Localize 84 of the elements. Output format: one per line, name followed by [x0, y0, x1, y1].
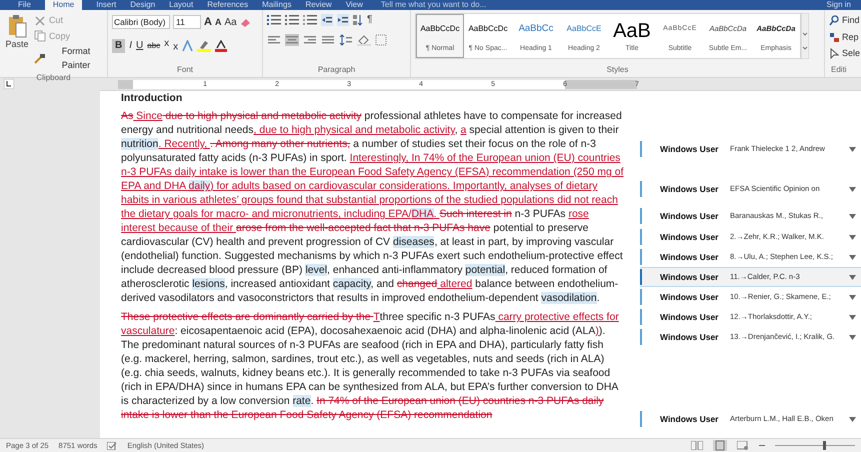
search-icon[interactable] [829, 15, 840, 26]
ribbon-tab[interactable]: Design [130, 0, 156, 10]
comment-author: Windows User [660, 210, 720, 222]
dropdown-icon[interactable] [849, 334, 856, 340]
editing-button[interactable]: Find [829, 14, 861, 28]
editing-button[interactable]: Sele [829, 47, 861, 60]
web-layout-icon[interactable] [737, 441, 749, 450]
format-button[interactable]: I [129, 38, 132, 52]
dropdown-icon[interactable] [849, 294, 856, 300]
dropdown-icon[interactable] [849, 416, 856, 422]
dropdown-icon[interactable] [849, 254, 856, 260]
proofing-icon[interactable] [107, 442, 118, 450]
line-spacing-icon[interactable] [339, 34, 353, 46]
comment-author: Windows User [660, 230, 720, 244]
comment-author: Windows User [660, 330, 720, 344]
multilevel-list-icon[interactable] [303, 14, 317, 26]
shrink-font-button[interactable]: A [214, 16, 222, 29]
font-size-field[interactable]: 11 [173, 15, 201, 30]
replace-icon[interactable] [829, 32, 840, 43]
bullets-icon[interactable] [267, 14, 281, 26]
comment-author: Windows User [660, 182, 720, 196]
align-right-icon[interactable] [303, 34, 317, 46]
eraser-icon[interactable] [240, 16, 251, 28]
format-button[interactable]: B [112, 38, 126, 52]
dropdown-icon[interactable] [849, 274, 856, 280]
font-color-icon[interactable] [215, 40, 228, 52]
editing-button[interactable]: Rep [829, 30, 861, 44]
dropdown-icon[interactable] [849, 146, 856, 152]
ribbon-tab[interactable]: Mailings [262, 0, 292, 10]
clipboard-icon[interactable] [6, 14, 27, 38]
comment-author: Windows User [660, 270, 720, 284]
sort-icon[interactable] [353, 14, 363, 26]
grow-font-button[interactable]: A [204, 14, 212, 30]
justify-icon[interactable] [321, 34, 335, 46]
format-button[interactable]: U [136, 38, 144, 52]
highlighter-icon[interactable] [197, 40, 212, 52]
pointer-icon[interactable] [829, 48, 840, 60]
comment-author: Windows User [660, 250, 720, 264]
tab-stop-icon[interactable] [4, 79, 14, 89]
dropdown-icon[interactable] [849, 314, 856, 320]
group-label: Font [176, 64, 193, 76]
dropdown-icon[interactable] [849, 234, 856, 240]
read-mode-icon[interactable] [691, 441, 703, 450]
format-button[interactable]: x [164, 36, 170, 54]
dropdown-icon[interactable] [849, 186, 856, 192]
group-label: Paragraph [318, 64, 356, 76]
increase-indent-icon[interactable] [337, 14, 349, 26]
borders-icon[interactable] [375, 34, 387, 46]
sign-in-link[interactable]: Sign in [826, 0, 851, 10]
change-case-button[interactable]: Aa [224, 14, 237, 30]
dropdown-icon[interactable] [849, 214, 856, 218]
slider-thumb[interactable] [823, 441, 826, 450]
comment-author: Windows User [660, 412, 720, 426]
paste-button[interactable]: Paste [4, 14, 30, 72]
decrease-indent-icon[interactable] [321, 14, 333, 26]
group-label: Editi [831, 64, 847, 76]
comment-author: Windows User [660, 142, 720, 156]
ribbon-tab[interactable]: References [207, 0, 248, 10]
format-button[interactable]: x [173, 36, 178, 54]
group-label: Styles [606, 64, 628, 76]
brush-icon[interactable] [34, 52, 46, 64]
ribbon-tab[interactable]: Layout [169, 0, 194, 10]
body-paragraph: These protective effects are dominantly carried by the Tthree specific n-3 PUFAs carry protective effects for vasculature: eicosapentaenoic acid (EPA), docosahexaenoic acid (DHA) and alpha-linolenic acid (ALA)). The predominant natural sources of n-3 PUFAs are seafood (rich in EPA and DHA), particularly fatty fish (e.g. mackerel, herring, salmon, sardines, trout etc.), as well as vegetables, nuts and seeds (rich in ALA) (e.g. chia seeds, walnuts, kidney beans etc.). It is generally recommended to take n-3 PUFAs via seafood (rich in EPA/DHA) since in humans EPA can be synthesized from ALA, but EPA’s further conversion to DHA is characterized by a low conversion rate. In 74% of the European union (EU) countries n-3 PUFAs daily intake is lower than the European Food Safety Agency (EFSA) recommendation [121, 310, 620, 422]
comment-author: Windows User [660, 290, 720, 304]
show-marks-button[interactable]: ¶ [367, 14, 372, 26]
numbering-icon[interactable] [285, 14, 299, 26]
print-layout-icon[interactable] [713, 440, 727, 451]
clipboard-button[interactable]: Format Painter [34, 45, 103, 72]
scissors-icon[interactable] [34, 14, 46, 27]
ribbon-tab[interactable]: Review [305, 0, 332, 10]
ribbon-tab[interactable]: Home [44, 0, 82, 10]
ribbon-tab[interactable]: Insert [96, 0, 116, 10]
font-name-field[interactable]: Calibri (Body) [112, 15, 170, 30]
ribbon-tab[interactable]: View [346, 0, 363, 10]
comment-author: Windows User [660, 310, 720, 324]
format-button[interactable]: abc [147, 38, 160, 52]
section-heading: Introduction [121, 91, 184, 105]
body-paragraph: As Since due to high physical and metabolic activity professional athletes have to compensate for increased energy and nutritional needs, due to high physical and metabolic activity, a special attention is given to their nutrition. Recently, . Among many other nutrients, a number of studies set their focus on the role of n-3 polyunsaturated fatty acids (n-3 PUFAs) in sport. Interestingly, In 74% of the European union (EU) countries n-3 PUFAs daily intake is lower than the European Food Safety Agency (EFSA) recommendation (250 mg of EPA and DHA daily) for adults based on cardiovascular considerations. Importantly, analyses of dietary habits in various athletes’ groups found that substantial proportions of the studied populations did not reach the dietary goals for macro- and micronutrients, including EPA/DHA. Such interest in n-3 PUFAs rose interest because of their arose from the well-accepted fact that n-3 PUFAs have potential to preserve cardiovascular (CV) health and prevent progression of CV diseases, at least in part, by improving vascular (endothelial) function. Suggested mechanisms by which n-3 PUFAs exert such endothelium-protective effect include decreased blood pressure (BP) level, enhanced anti-inflammatory potential, reduced formation of atherosclerotic lesions, increased antioxidant capacity, and changed altered balance between endothelium-derived vasodilators and vasoconstrictors that results in improved endothelium-dependent vasodilation. [121, 109, 625, 305]
align-left-icon[interactable] [267, 34, 281, 46]
group-label: Clipboard [36, 72, 71, 84]
gallery-scroll-icon[interactable] [801, 13, 809, 59]
tell-me-field[interactable]: Tell me what you want to do... [380, 0, 486, 10]
ribbon-tab[interactable]: File [18, 0, 31, 10]
ruler-margin [118, 80, 133, 88]
